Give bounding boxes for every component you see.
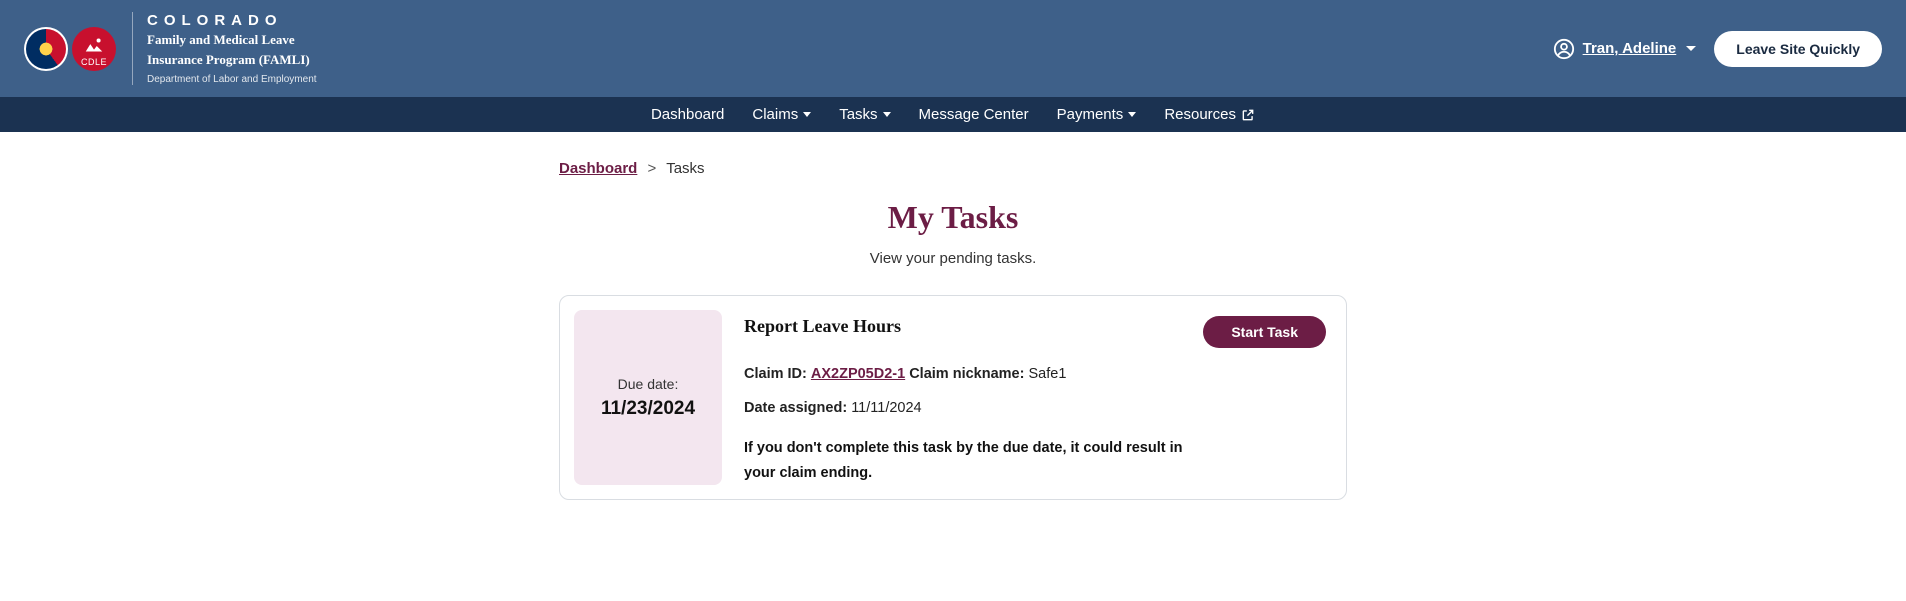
logo-group: CDLE	[24, 27, 116, 71]
user-menu[interactable]: Tran, Adeline	[1553, 38, 1697, 60]
primary-nav: Dashboard Claims Tasks Message Center Pa…	[0, 97, 1906, 132]
brand-dept: Department of Labor and Employment	[147, 74, 317, 85]
breadcrumb: Dashboard > Tasks	[559, 160, 1347, 177]
chevron-down-icon	[803, 112, 811, 117]
main-content: Dashboard > Tasks My Tasks View your pen…	[543, 132, 1363, 540]
nav-resources[interactable]: Resources	[1164, 106, 1255, 123]
nav-claims[interactable]: Claims	[752, 106, 811, 123]
nav-message-center[interactable]: Message Center	[919, 106, 1029, 123]
claim-nickname-value: Safe1	[1028, 366, 1066, 382]
claim-id-link[interactable]: AX2ZP05D2-1	[811, 366, 905, 382]
claim-nickname-label: Claim nickname:	[909, 366, 1024, 382]
breadcrumb-separator: >	[648, 160, 657, 177]
date-assigned-line: Date assigned: 11/11/2024	[744, 400, 1326, 416]
brand-subtitle-2: Insurance Program (FAMLI)	[147, 51, 317, 69]
page-subtitle: View your pending tasks.	[559, 250, 1347, 267]
start-task-button[interactable]: Start Task	[1203, 316, 1326, 348]
brand-text: COLORADO Family and Medical Leave Insura…	[132, 12, 317, 85]
leave-site-button[interactable]: Leave Site Quickly	[1714, 31, 1882, 67]
nav-dashboard[interactable]: Dashboard	[651, 106, 724, 123]
nav-claims-label: Claims	[752, 106, 798, 123]
nav-payments-label: Payments	[1057, 106, 1124, 123]
mountain-icon	[83, 35, 105, 57]
top-header: CDLE COLORADO Family and Medical Leave I…	[0, 0, 1906, 97]
brand-block: CDLE COLORADO Family and Medical Leave I…	[24, 12, 317, 85]
nav-payments[interactable]: Payments	[1057, 106, 1137, 123]
external-link-icon	[1241, 108, 1255, 122]
nav-tasks[interactable]: Tasks	[839, 106, 890, 123]
page-title: My Tasks	[559, 199, 1347, 236]
user-icon	[1553, 38, 1575, 60]
task-card: Due date: 11/23/2024 Report Leave Hours …	[559, 295, 1347, 500]
task-body: Report Leave Hours Start Task Claim ID: …	[744, 310, 1332, 485]
claim-id-label: Claim ID:	[744, 366, 807, 382]
breadcrumb-current: Tasks	[666, 160, 704, 177]
due-date-box: Due date: 11/23/2024	[574, 310, 722, 485]
brand-title: COLORADO	[147, 12, 317, 29]
task-warning: If you don't complete this task by the d…	[744, 436, 1204, 485]
breadcrumb-dashboard-link[interactable]: Dashboard	[559, 160, 637, 177]
chevron-down-icon	[883, 112, 891, 117]
task-title: Report Leave Hours	[744, 316, 901, 337]
header-right: Tran, Adeline Leave Site Quickly	[1553, 31, 1882, 67]
task-header-row: Report Leave Hours Start Task	[744, 316, 1326, 348]
colorado-seal-icon	[24, 27, 68, 71]
nav-resources-label: Resources	[1164, 106, 1236, 123]
due-date-label: Due date:	[618, 376, 679, 392]
chevron-down-icon	[1128, 112, 1136, 117]
claim-line: Claim ID: AX2ZP05D2-1 Claim nickname: Sa…	[744, 366, 1326, 382]
chevron-down-icon	[1686, 46, 1696, 51]
cdle-seal-icon: CDLE	[72, 27, 116, 71]
date-assigned-value: 11/11/2024	[851, 400, 921, 416]
brand-subtitle-1: Family and Medical Leave	[147, 31, 317, 49]
user-name: Tran, Adeline	[1583, 40, 1677, 57]
nav-tasks-label: Tasks	[839, 106, 877, 123]
date-assigned-label: Date assigned:	[744, 400, 847, 416]
cdle-label: CDLE	[81, 57, 107, 67]
due-date-value: 11/23/2024	[601, 398, 695, 420]
